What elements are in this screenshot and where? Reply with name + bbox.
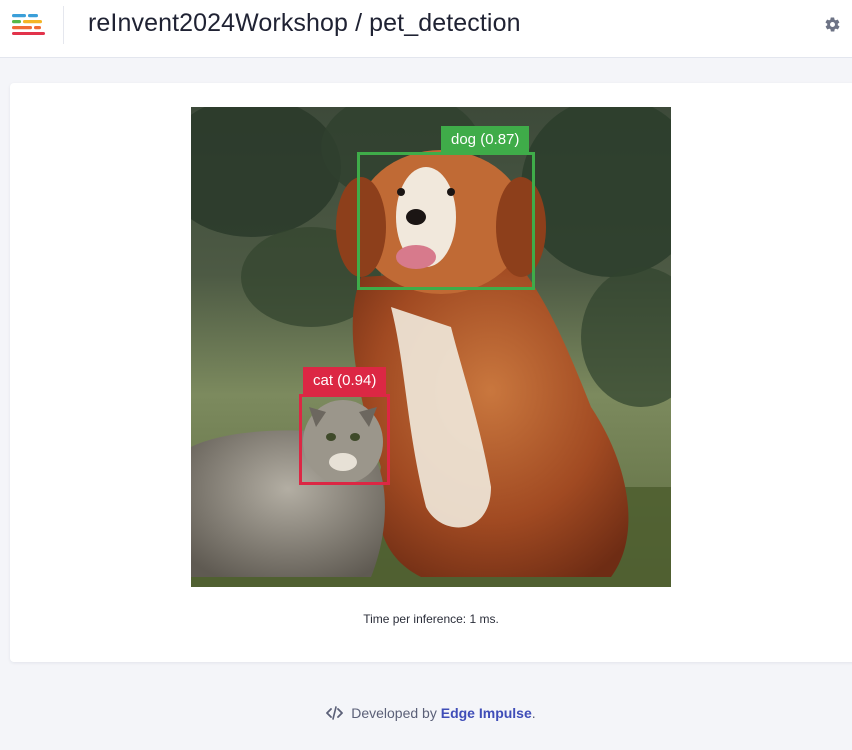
footer: Developed by Edge Impulse. bbox=[0, 705, 852, 721]
gear-icon[interactable] bbox=[824, 16, 841, 33]
detection-box-dog bbox=[357, 152, 535, 290]
detection-label-dog: dog (0.87) bbox=[441, 126, 530, 154]
edge-impulse-logo-icon[interactable] bbox=[12, 13, 46, 35]
inference-image: dog (0.87) cat (0.94) bbox=[191, 107, 671, 587]
header-divider bbox=[63, 6, 64, 44]
detection-box-cat bbox=[299, 394, 390, 485]
top-bar: reInvent2024Workshop / pet_detection bbox=[0, 0, 852, 58]
footer-prefix: Developed by bbox=[351, 705, 441, 721]
footer-suffix: . bbox=[531, 705, 536, 721]
code-icon bbox=[326, 706, 344, 720]
page-title: reInvent2024Workshop / pet_detection bbox=[88, 9, 521, 37]
detection-label-cat: cat (0.94) bbox=[303, 367, 387, 395]
edge-impulse-link[interactable]: Edge Impulse bbox=[441, 705, 532, 721]
inference-time: Time per inference: 1 ms. bbox=[363, 612, 499, 626]
